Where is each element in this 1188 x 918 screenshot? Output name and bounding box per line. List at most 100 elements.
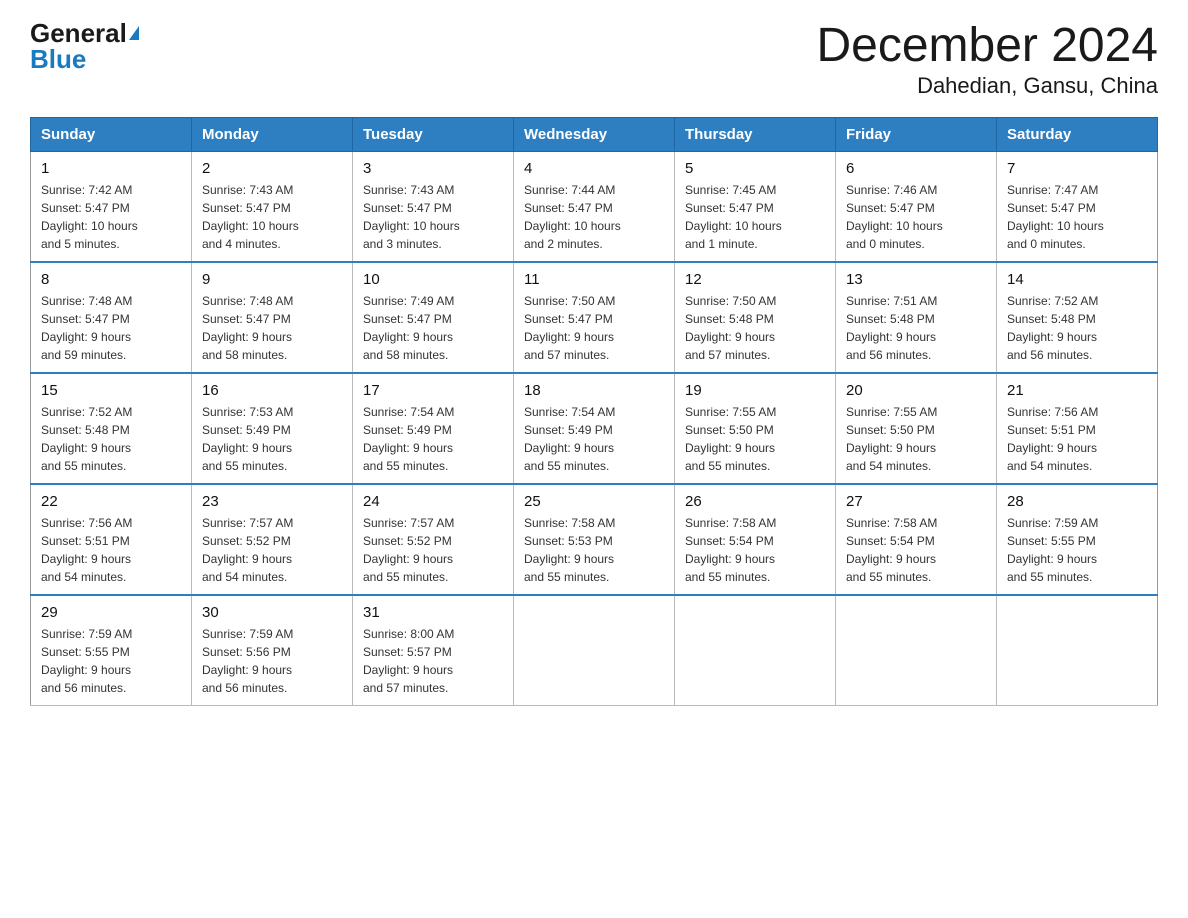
calendar-cell: 13 Sunrise: 7:51 AMSunset: 5:48 PMDaylig…	[836, 262, 997, 373]
day-number: 31	[363, 604, 503, 621]
page-header: General Blue December 2024 Dahedian, Gan…	[30, 20, 1158, 99]
calendar-cell: 25 Sunrise: 7:58 AMSunset: 5:53 PMDaylig…	[514, 484, 675, 595]
day-number: 16	[202, 382, 342, 399]
day-number: 14	[1007, 271, 1147, 288]
calendar-table: Sunday Monday Tuesday Wednesday Thursday…	[30, 117, 1158, 706]
day-number: 15	[41, 382, 181, 399]
calendar-cell: 27 Sunrise: 7:58 AMSunset: 5:54 PMDaylig…	[836, 484, 997, 595]
col-header-monday: Monday	[192, 117, 353, 151]
calendar-cell: 26 Sunrise: 7:58 AMSunset: 5:54 PMDaylig…	[675, 484, 836, 595]
calendar-cell: 1 Sunrise: 7:42 AMSunset: 5:47 PMDayligh…	[31, 151, 192, 262]
day-info: Sunrise: 7:56 AMSunset: 5:51 PMDaylight:…	[41, 514, 181, 586]
day-info: Sunrise: 7:54 AMSunset: 5:49 PMDaylight:…	[363, 403, 503, 475]
day-info: Sunrise: 8:00 AMSunset: 5:57 PMDaylight:…	[363, 625, 503, 697]
day-info: Sunrise: 7:58 AMSunset: 5:54 PMDaylight:…	[685, 514, 825, 586]
calendar-cell: 29 Sunrise: 7:59 AMSunset: 5:55 PMDaylig…	[31, 595, 192, 706]
day-info: Sunrise: 7:58 AMSunset: 5:53 PMDaylight:…	[524, 514, 664, 586]
calendar-week-row-3: 15 Sunrise: 7:52 AMSunset: 5:48 PMDaylig…	[31, 373, 1158, 484]
calendar-week-row-4: 22 Sunrise: 7:56 AMSunset: 5:51 PMDaylig…	[31, 484, 1158, 595]
day-number: 22	[41, 493, 181, 510]
calendar-header-row: Sunday Monday Tuesday Wednesday Thursday…	[31, 117, 1158, 151]
day-number: 29	[41, 604, 181, 621]
calendar-cell: 21 Sunrise: 7:56 AMSunset: 5:51 PMDaylig…	[997, 373, 1158, 484]
day-info: Sunrise: 7:57 AMSunset: 5:52 PMDaylight:…	[363, 514, 503, 586]
calendar-cell: 4 Sunrise: 7:44 AMSunset: 5:47 PMDayligh…	[514, 151, 675, 262]
day-info: Sunrise: 7:43 AMSunset: 5:47 PMDaylight:…	[363, 181, 503, 253]
day-info: Sunrise: 7:52 AMSunset: 5:48 PMDaylight:…	[41, 403, 181, 475]
day-number: 6	[846, 160, 986, 177]
day-number: 18	[524, 382, 664, 399]
calendar-cell: 2 Sunrise: 7:43 AMSunset: 5:47 PMDayligh…	[192, 151, 353, 262]
day-info: Sunrise: 7:52 AMSunset: 5:48 PMDaylight:…	[1007, 292, 1147, 364]
day-number: 11	[524, 271, 664, 288]
col-header-saturday: Saturday	[997, 117, 1158, 151]
calendar-week-row-5: 29 Sunrise: 7:59 AMSunset: 5:55 PMDaylig…	[31, 595, 1158, 706]
calendar-week-row-1: 1 Sunrise: 7:42 AMSunset: 5:47 PMDayligh…	[31, 151, 1158, 262]
day-info: Sunrise: 7:58 AMSunset: 5:54 PMDaylight:…	[846, 514, 986, 586]
day-info: Sunrise: 7:57 AMSunset: 5:52 PMDaylight:…	[202, 514, 342, 586]
col-header-thursday: Thursday	[675, 117, 836, 151]
day-number: 30	[202, 604, 342, 621]
calendar-cell: 20 Sunrise: 7:55 AMSunset: 5:50 PMDaylig…	[836, 373, 997, 484]
day-info: Sunrise: 7:50 AMSunset: 5:48 PMDaylight:…	[685, 292, 825, 364]
calendar-cell	[675, 595, 836, 706]
calendar-cell	[997, 595, 1158, 706]
logo: General Blue	[30, 20, 139, 72]
logo-blue-text: Blue	[30, 46, 86, 72]
calendar-cell: 18 Sunrise: 7:54 AMSunset: 5:49 PMDaylig…	[514, 373, 675, 484]
day-number: 28	[1007, 493, 1147, 510]
calendar-cell	[836, 595, 997, 706]
calendar-cell: 16 Sunrise: 7:53 AMSunset: 5:49 PMDaylig…	[192, 373, 353, 484]
calendar-cell: 23 Sunrise: 7:57 AMSunset: 5:52 PMDaylig…	[192, 484, 353, 595]
calendar-cell: 7 Sunrise: 7:47 AMSunset: 5:47 PMDayligh…	[997, 151, 1158, 262]
col-header-friday: Friday	[836, 117, 997, 151]
day-number: 3	[363, 160, 503, 177]
day-info: Sunrise: 7:49 AMSunset: 5:47 PMDaylight:…	[363, 292, 503, 364]
day-info: Sunrise: 7:42 AMSunset: 5:47 PMDaylight:…	[41, 181, 181, 253]
day-number: 21	[1007, 382, 1147, 399]
day-info: Sunrise: 7:53 AMSunset: 5:49 PMDaylight:…	[202, 403, 342, 475]
calendar-cell: 15 Sunrise: 7:52 AMSunset: 5:48 PMDaylig…	[31, 373, 192, 484]
day-number: 17	[363, 382, 503, 399]
calendar-cell: 3 Sunrise: 7:43 AMSunset: 5:47 PMDayligh…	[353, 151, 514, 262]
day-info: Sunrise: 7:44 AMSunset: 5:47 PMDaylight:…	[524, 181, 664, 253]
day-number: 20	[846, 382, 986, 399]
calendar-cell: 6 Sunrise: 7:46 AMSunset: 5:47 PMDayligh…	[836, 151, 997, 262]
calendar-week-row-2: 8 Sunrise: 7:48 AMSunset: 5:47 PMDayligh…	[31, 262, 1158, 373]
day-info: Sunrise: 7:45 AMSunset: 5:47 PMDaylight:…	[685, 181, 825, 253]
day-info: Sunrise: 7:43 AMSunset: 5:47 PMDaylight:…	[202, 181, 342, 253]
calendar-cell: 12 Sunrise: 7:50 AMSunset: 5:48 PMDaylig…	[675, 262, 836, 373]
day-number: 10	[363, 271, 503, 288]
calendar-cell: 19 Sunrise: 7:55 AMSunset: 5:50 PMDaylig…	[675, 373, 836, 484]
day-number: 9	[202, 271, 342, 288]
day-info: Sunrise: 7:56 AMSunset: 5:51 PMDaylight:…	[1007, 403, 1147, 475]
day-info: Sunrise: 7:59 AMSunset: 5:55 PMDaylight:…	[41, 625, 181, 697]
col-header-tuesday: Tuesday	[353, 117, 514, 151]
day-number: 19	[685, 382, 825, 399]
day-info: Sunrise: 7:59 AMSunset: 5:55 PMDaylight:…	[1007, 514, 1147, 586]
day-number: 7	[1007, 160, 1147, 177]
day-info: Sunrise: 7:59 AMSunset: 5:56 PMDaylight:…	[202, 625, 342, 697]
calendar-cell: 24 Sunrise: 7:57 AMSunset: 5:52 PMDaylig…	[353, 484, 514, 595]
day-number: 13	[846, 271, 986, 288]
calendar-cell: 5 Sunrise: 7:45 AMSunset: 5:47 PMDayligh…	[675, 151, 836, 262]
day-number: 27	[846, 493, 986, 510]
day-number: 23	[202, 493, 342, 510]
day-number: 8	[41, 271, 181, 288]
calendar-cell: 30 Sunrise: 7:59 AMSunset: 5:56 PMDaylig…	[192, 595, 353, 706]
day-info: Sunrise: 7:47 AMSunset: 5:47 PMDaylight:…	[1007, 181, 1147, 253]
day-number: 4	[524, 160, 664, 177]
logo-general-text: General	[30, 20, 127, 46]
day-number: 2	[202, 160, 342, 177]
day-info: Sunrise: 7:55 AMSunset: 5:50 PMDaylight:…	[846, 403, 986, 475]
day-number: 24	[363, 493, 503, 510]
calendar-cell: 17 Sunrise: 7:54 AMSunset: 5:49 PMDaylig…	[353, 373, 514, 484]
day-info: Sunrise: 7:55 AMSunset: 5:50 PMDaylight:…	[685, 403, 825, 475]
day-number: 5	[685, 160, 825, 177]
day-info: Sunrise: 7:51 AMSunset: 5:48 PMDaylight:…	[846, 292, 986, 364]
calendar-cell: 9 Sunrise: 7:48 AMSunset: 5:47 PMDayligh…	[192, 262, 353, 373]
calendar-cell: 8 Sunrise: 7:48 AMSunset: 5:47 PMDayligh…	[31, 262, 192, 373]
calendar-cell: 14 Sunrise: 7:52 AMSunset: 5:48 PMDaylig…	[997, 262, 1158, 373]
day-number: 12	[685, 271, 825, 288]
day-number: 1	[41, 160, 181, 177]
